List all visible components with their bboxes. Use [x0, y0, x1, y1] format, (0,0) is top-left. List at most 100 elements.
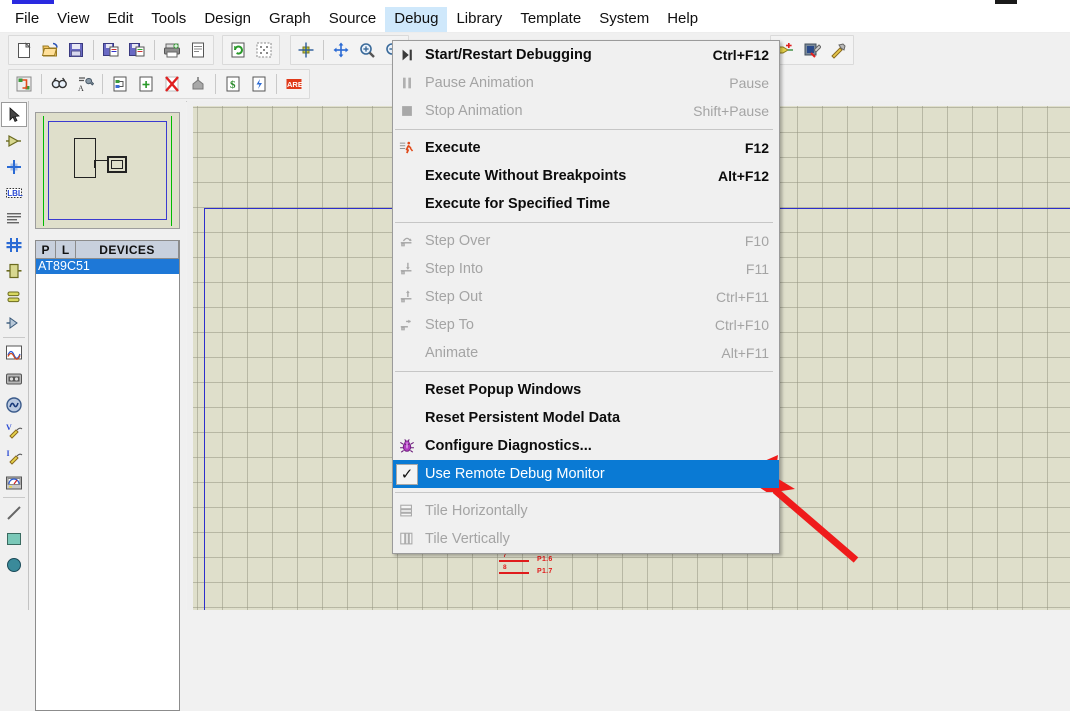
- line-tool-icon[interactable]: [1, 500, 27, 525]
- menu-separator: [395, 129, 773, 130]
- pan-icon[interactable]: [329, 38, 353, 62]
- list-item[interactable]: AT89C51: [36, 259, 179, 274]
- toolbar-group-0: [8, 35, 214, 65]
- menu-item-reset-popup-windows[interactable]: Reset Popup Windows: [393, 376, 779, 404]
- menu-system[interactable]: System: [590, 7, 658, 32]
- menu-item-step-out: Step Out Ctrl+F11: [393, 283, 779, 311]
- menu-item-shortcut: F11: [745, 261, 769, 277]
- print-icon[interactable]: [160, 38, 184, 62]
- virtual-instrument-icon[interactable]: [1, 470, 27, 495]
- build-icon[interactable]: [826, 38, 850, 62]
- menu-item-label: Start/Restart Debugging: [425, 47, 592, 63]
- voltage-probe-icon[interactable]: V: [1, 418, 27, 443]
- menu-template[interactable]: Template: [511, 7, 590, 32]
- new-sheet-icon[interactable]: [134, 72, 158, 96]
- menu-separator: [395, 222, 773, 223]
- step-over-icon: [393, 227, 421, 255]
- mode-toolbox: LBL V I: [0, 101, 29, 610]
- menu-view[interactable]: View: [48, 7, 98, 32]
- toolbar-separator: [41, 74, 42, 94]
- step-into-icon: [393, 255, 421, 283]
- print-area-icon[interactable]: [186, 38, 210, 62]
- design-explorer-icon[interactable]: [108, 72, 132, 96]
- menu-item-configure-diagnostics[interactable]: Configure Diagnostics...: [393, 432, 779, 460]
- refresh-icon[interactable]: [226, 38, 250, 62]
- menu-item-use-remote-debug-monitor[interactable]: ✓ Use Remote Debug Monitor: [393, 460, 779, 488]
- bill-of-materials-icon[interactable]: $: [221, 72, 245, 96]
- debug-dropdown-menu[interactable]: Start/Restart Debugging Ctrl+F12 Pause Ani…: [392, 40, 780, 554]
- overview-preview[interactable]: [35, 112, 180, 229]
- toolbox-separator: [3, 337, 25, 338]
- menu-item-shortcut: Pause: [729, 75, 769, 91]
- menu-item-label: Pause Animation: [425, 75, 534, 91]
- menu-item-no-icon: [393, 376, 421, 404]
- menu-item-execute[interactable]: Execute F12: [393, 134, 779, 162]
- menu-tools[interactable]: Tools: [142, 7, 195, 32]
- box-tool-icon[interactable]: [1, 526, 27, 551]
- junction-dot-icon[interactable]: [1, 154, 27, 179]
- pause-icon: [393, 69, 421, 97]
- menu-item-reset-persistent-model-data[interactable]: Reset Persistent Model Data: [393, 404, 779, 432]
- menu-edit[interactable]: Edit: [98, 7, 142, 32]
- pin-wire: [499, 572, 529, 574]
- open-folder-icon[interactable]: [38, 38, 62, 62]
- circle-tool-icon[interactable]: [1, 552, 27, 577]
- tape-recorder-icon[interactable]: [1, 366, 27, 391]
- pin-number: 8: [503, 564, 507, 571]
- design-tools-icon[interactable]: [800, 38, 824, 62]
- toggle-grid-icon[interactable]: [252, 38, 276, 62]
- menu-item-animate: Animate Alt+F11: [393, 339, 779, 367]
- graph-mode-icon[interactable]: [1, 340, 27, 365]
- current-probe-icon[interactable]: I: [1, 444, 27, 469]
- import-section-icon[interactable]: [99, 38, 123, 62]
- save-icon[interactable]: [64, 38, 88, 62]
- component-mode-icon[interactable]: [1, 128, 27, 153]
- export-section-icon[interactable]: [125, 38, 149, 62]
- zoom-in-icon[interactable]: [355, 38, 379, 62]
- devices-column-p[interactable]: P: [36, 241, 56, 258]
- canvas-left-margin: [187, 101, 193, 610]
- device-pin-icon[interactable]: [1, 310, 27, 335]
- subcircuit-icon[interactable]: [1, 258, 27, 283]
- menu-item-shortcut: F12: [744, 140, 769, 156]
- menu-graph[interactable]: Graph: [260, 7, 320, 32]
- menu-item-no-icon: [393, 190, 421, 218]
- menu-item-no-icon: [393, 339, 421, 367]
- devices-column-l[interactable]: L: [56, 241, 76, 258]
- left-panel: P L DEVICES AT89C51: [29, 101, 186, 711]
- menu-library[interactable]: Library: [447, 7, 511, 32]
- property-assignment-icon[interactable]: A: [73, 72, 97, 96]
- new-file-icon[interactable]: [12, 38, 36, 62]
- menu-item-step-over: Step Over F10: [393, 227, 779, 255]
- menu-help[interactable]: Help: [658, 7, 707, 32]
- terminals-icon[interactable]: [1, 284, 27, 309]
- step-to-icon: [393, 311, 421, 339]
- menu-item-execute-for-specified-time[interactable]: Execute for Specified Time: [393, 190, 779, 218]
- title-accent-right: [995, 0, 1017, 4]
- ares-icon[interactable]: ARES: [282, 72, 306, 96]
- pin-wire: [499, 560, 529, 562]
- find-icon[interactable]: [47, 72, 71, 96]
- devices-header: P L DEVICES: [35, 240, 180, 259]
- generator-icon[interactable]: [1, 392, 27, 417]
- wire-autorouter-icon[interactable]: [12, 72, 36, 96]
- menu-file[interactable]: File: [6, 7, 48, 32]
- menu-source[interactable]: Source: [320, 7, 386, 32]
- bus-mode-icon[interactable]: [1, 232, 27, 257]
- exit-sheet-icon[interactable]: [186, 72, 210, 96]
- toolbar-separator: [276, 74, 277, 94]
- title-accent-left: [12, 0, 54, 4]
- menu-debug[interactable]: Debug: [385, 6, 448, 32]
- text-script-icon[interactable]: [1, 206, 27, 231]
- devices-list[interactable]: AT89C51: [35, 259, 180, 711]
- wire-label-icon[interactable]: LBL: [1, 180, 27, 205]
- selection-mode-icon[interactable]: [1, 102, 27, 127]
- menu-item-start-restart-debugging[interactable]: Start/Restart Debugging Ctrl+F12: [393, 41, 779, 69]
- menu-design[interactable]: Design: [195, 7, 260, 32]
- menu-item-shortcut: Ctrl+F12: [712, 47, 769, 63]
- menu-item-label: Use Remote Debug Monitor: [425, 466, 605, 482]
- menu-item-execute-without-breakpoints[interactable]: Execute Without Breakpoints Alt+F12: [393, 162, 779, 190]
- electrical-rule-check-icon[interactable]: [247, 72, 271, 96]
- remove-sheet-icon[interactable]: [160, 72, 184, 96]
- origin-icon[interactable]: [294, 38, 318, 62]
